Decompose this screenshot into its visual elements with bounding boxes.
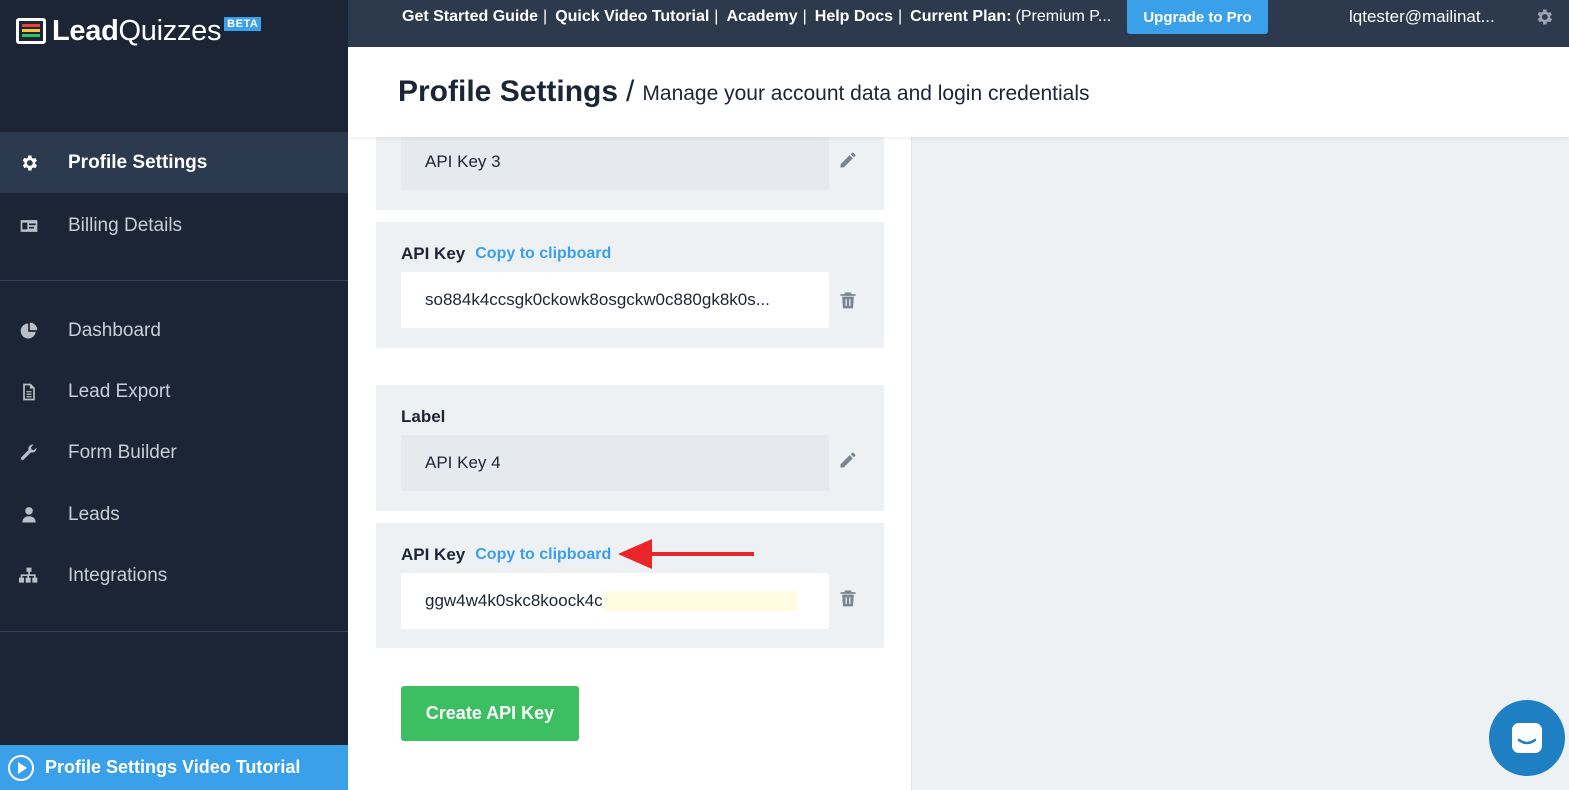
app-logo[interactable]: LeadQuizzes BETA [16,14,262,48]
trash-icon[interactable] [837,587,859,609]
quick-video-tutorial-link[interactable]: Quick Video Tutorial [555,8,709,26]
sidebar-item-dashboard[interactable]: Dashboard [0,300,348,361]
logo-mark-icon [16,18,46,44]
api-key-value-field[interactable]: so884k4ccsgk0ckowk8osgckw0c880gk8k0s... [401,272,829,328]
id-card-icon [0,216,68,236]
sidebar-item-label: Billing Details [68,214,183,236]
settings-gear-icon[interactable] [1534,7,1554,27]
pencil-icon[interactable] [837,449,859,471]
api-key-value-card: API Key Copy to clipboard so884k4ccsgk0c… [376,222,884,348]
api-key-value-field[interactable]: ggw4w4k0skc8koock4c [401,573,829,629]
play-icon [8,754,34,781]
sidebar-item-profile-settings[interactable]: Profile Settings [0,132,348,193]
current-plan-label: Current Plan: [910,8,1012,25]
sitemap-icon [0,566,68,586]
beta-badge: BETA [224,17,262,31]
api-key-label: API Key [401,244,466,263]
api-key-label-field[interactable]: API Key 3 [401,134,829,190]
help-docs-link[interactable]: Help Docs [815,8,893,26]
current-plan-value[interactable]: (Premium P... [1016,8,1112,26]
sidebar-divider [0,631,348,632]
copy-to-clipboard-link[interactable]: Copy to clipboard [475,245,611,263]
page-title: Profile Settings [398,75,619,108]
top-bar: Get Started Guide | Quick Video Tutorial |… [348,0,1569,47]
sidebar-item-label: Integrations [68,564,168,586]
sidebar-item-label: Profile Settings [68,151,208,173]
sidebar-item-label: Dashboard [68,319,161,341]
page-subtitle: Manage your account data and login crede… [642,82,1090,105]
pie-chart-icon [0,321,68,341]
chat-widget-button[interactable] [1489,700,1565,776]
top-links: Get Started Guide | Quick Video Tutorial |… [402,8,1112,26]
copy-to-clipboard-link[interactable]: Copy to clipboard [475,546,611,564]
page-header: Profile Settings / Manage your account d… [348,47,1569,137]
logo-text-bold: Lead [52,14,119,47]
profile-settings-video-tutorial[interactable]: Profile Settings Video Tutorial [0,745,348,790]
label-heading: Label [401,407,446,426]
red-arrow-annotation [618,539,754,569]
sidebar-divider [0,280,348,281]
sidebar-item-billing-details[interactable]: Billing Details [0,195,348,256]
api-key-label-card: API Key 3 [376,134,884,210]
sidebar-item-label: Form Builder [68,441,177,463]
sidebar-item-label: Lead Export [68,380,171,402]
api-key-label-card: Label API Key 4 [376,385,884,511]
logo-text-light: Quizzes [118,14,222,47]
sidebar-item-form-builder[interactable]: Form Builder [0,422,348,483]
pencil-icon[interactable] [837,149,859,171]
sidebar-item-leads[interactable]: Leads [0,484,348,545]
sidebar-item-lead-export[interactable]: Lead Export [0,361,348,422]
api-key-label: API Key [401,545,466,564]
document-icon [0,382,68,402]
api-key-value-text: ggw4w4k0skc8koock4c [425,591,603,610]
upgrade-to-pro-button[interactable]: Upgrade to Pro [1127,0,1268,34]
sidebar-item-label: Leads [68,503,120,525]
sidebar-item-integrations[interactable]: Integrations [0,545,348,606]
gear-icon [0,153,68,173]
chat-icon [1512,723,1542,753]
wrench-icon [0,443,68,463]
user-icon [0,505,68,525]
create-api-key-button[interactable]: Create API Key [401,686,579,741]
title-separator: / [626,75,635,108]
trash-icon[interactable] [837,289,859,311]
tutorial-label: Profile Settings Video Tutorial [45,757,301,777]
get-started-guide-link[interactable]: Get Started Guide [402,8,538,26]
academy-link[interactable]: Academy [726,8,797,26]
sidebar: LeadQuizzes BETA Profile Settings Billin… [0,0,348,790]
selection-highlight [604,591,797,611]
api-keys-panel: API Key 3 API Key Copy to clipboard so88… [348,134,912,790]
api-key-label-field[interactable]: API Key 4 [401,435,829,491]
user-email-menu[interactable]: lqtester@mailinat... [1349,0,1495,34]
